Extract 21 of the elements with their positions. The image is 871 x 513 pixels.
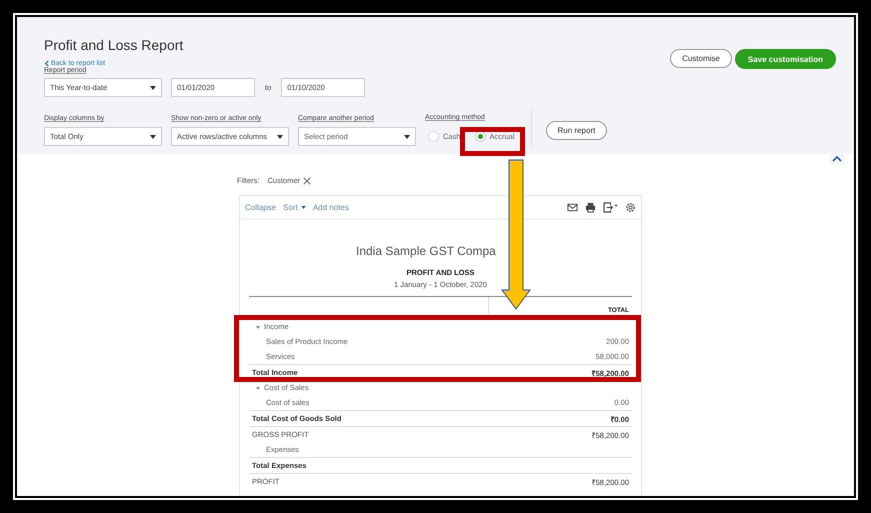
caret-icon[interactable] [256, 387, 260, 390]
toolbar-link[interactable]: Sort [283, 202, 306, 212]
chevron-left-icon [44, 60, 49, 67]
collapse-icon[interactable] [830, 154, 844, 164]
caret-icon [150, 134, 156, 138]
toolbar-link[interactable]: Collapse [245, 202, 276, 212]
mail-icon[interactable] [567, 202, 578, 212]
settings-icon[interactable] [625, 202, 636, 212]
caret-icon [150, 86, 156, 90]
close-icon[interactable] [303, 176, 312, 184]
caret-icon [404, 134, 410, 138]
toolbar-link[interactable]: Add notes [312, 202, 349, 212]
customise-button[interactable]: Customise [670, 49, 732, 68]
run-report-button[interactable]: Run report [546, 121, 608, 140]
print-icon[interactable] [585, 202, 596, 212]
highlight-box [460, 127, 525, 156]
page-title: Profit and Loss Report [44, 37, 184, 53]
export-icon[interactable] [603, 202, 618, 212]
company-name: India Sample GST Compa [355, 244, 496, 258]
caret-icon[interactable] [256, 326, 260, 329]
caret-icon [277, 134, 283, 138]
